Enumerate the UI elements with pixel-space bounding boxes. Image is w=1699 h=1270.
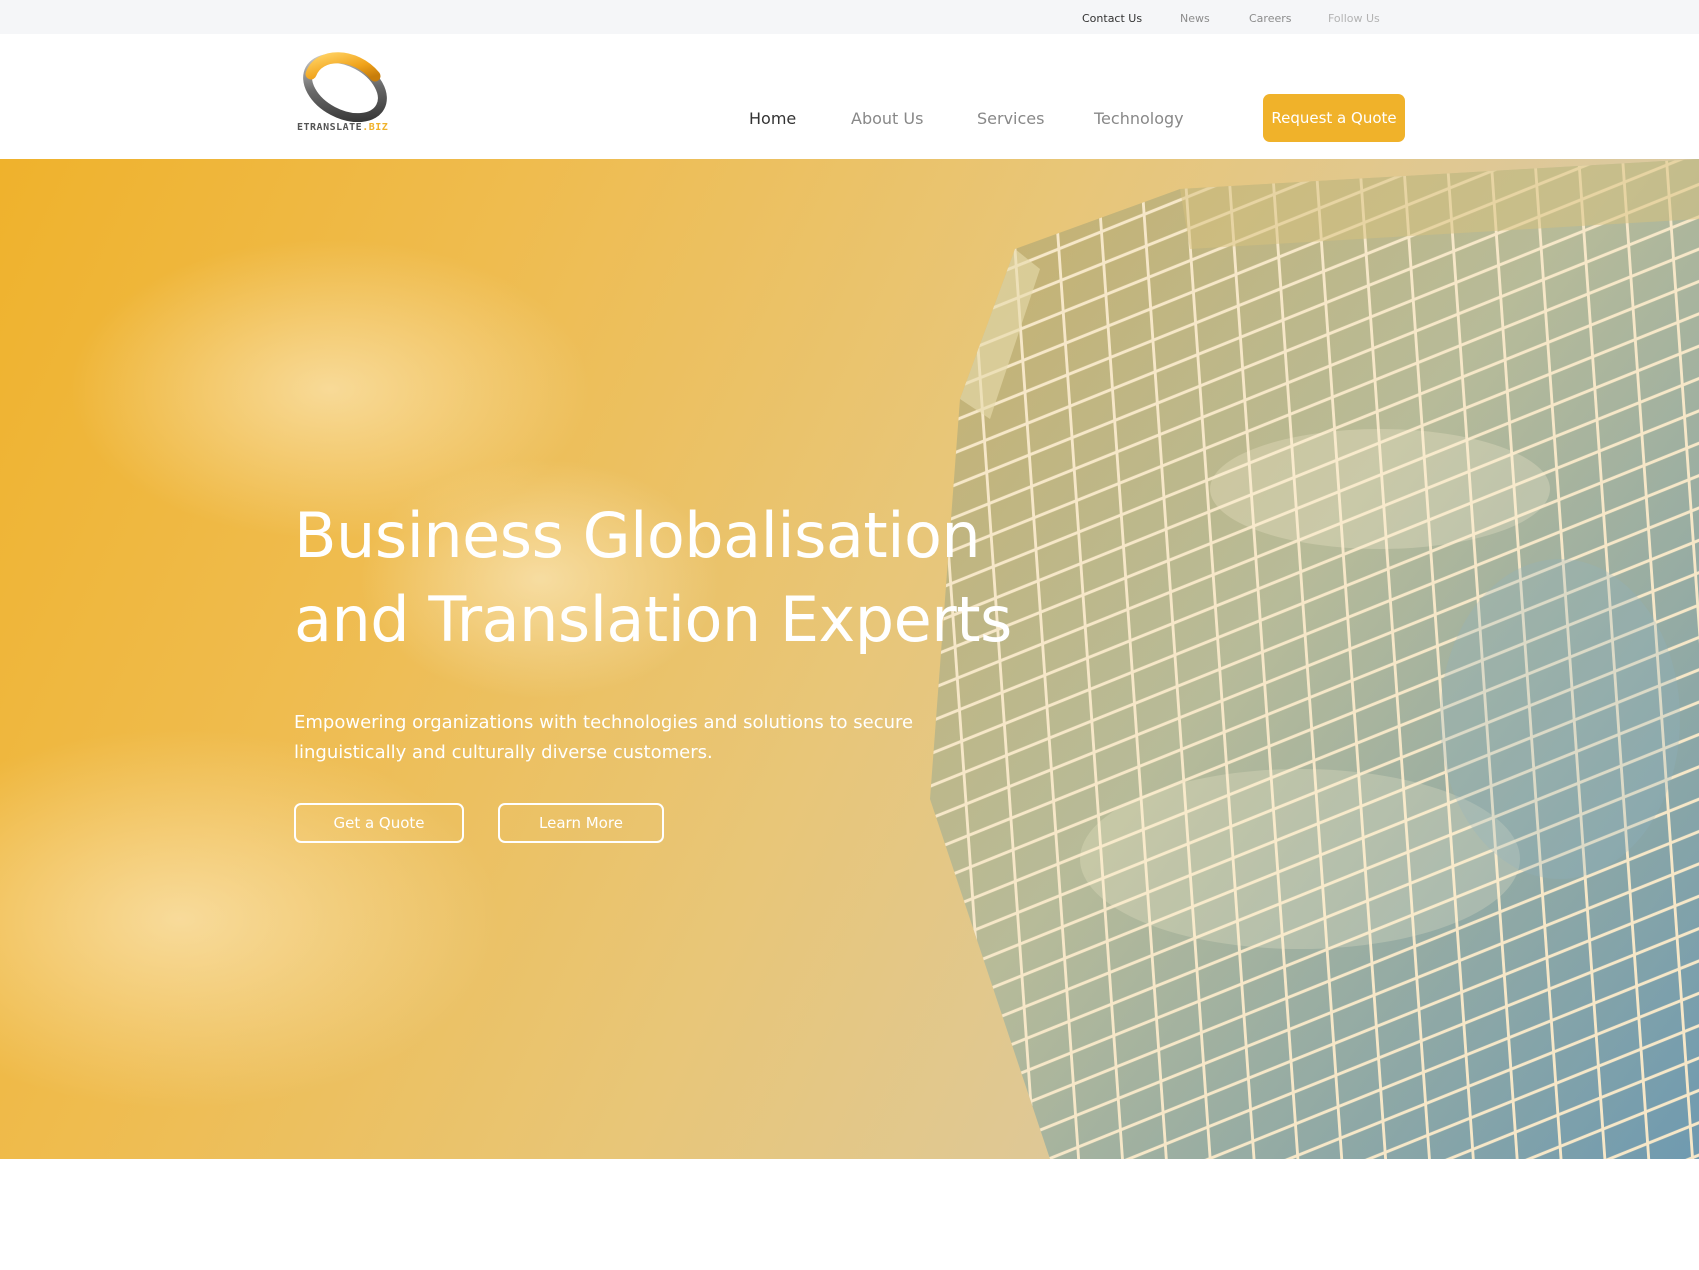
follow-us-link[interactable]: Follow Us: [1328, 12, 1380, 25]
hero-section: Business Globalisation and Translation E…: [0, 159, 1699, 1159]
site-logo[interactable]: ETRANSLATE.BIZ: [297, 50, 393, 142]
utility-bar: Contact Us News Careers Follow Us: [0, 0, 1699, 34]
logo-suffix: .BIZ: [362, 122, 389, 133]
hero-title: Business Globalisation and Translation E…: [294, 494, 1094, 662]
main-header: ETRANSLATE.BIZ Home About Us Services Te…: [0, 34, 1699, 159]
hero-title-line-1: Business Globalisation: [294, 499, 981, 572]
request-quote-button[interactable]: Request a Quote: [1263, 94, 1405, 142]
content-section-start: [0, 1159, 1699, 1270]
news-link[interactable]: News: [1180, 12, 1210, 25]
logo-name: ETRANSLATE: [297, 122, 363, 133]
nav-about-us[interactable]: About Us: [851, 109, 923, 128]
get-a-quote-button[interactable]: Get a Quote: [294, 803, 464, 843]
careers-link[interactable]: Careers: [1249, 12, 1292, 25]
logo-ring-icon: [303, 52, 387, 123]
nav-services[interactable]: Services: [977, 109, 1044, 128]
nav-technology[interactable]: Technology: [1094, 109, 1184, 128]
nav-home[interactable]: Home: [749, 109, 796, 128]
learn-more-button[interactable]: Learn More: [498, 803, 664, 843]
hero-title-line-2: and Translation Experts: [294, 583, 1012, 656]
hero-subtitle: Empowering organizations with technologi…: [294, 712, 914, 763]
contact-us-link[interactable]: Contact Us: [1082, 12, 1142, 25]
